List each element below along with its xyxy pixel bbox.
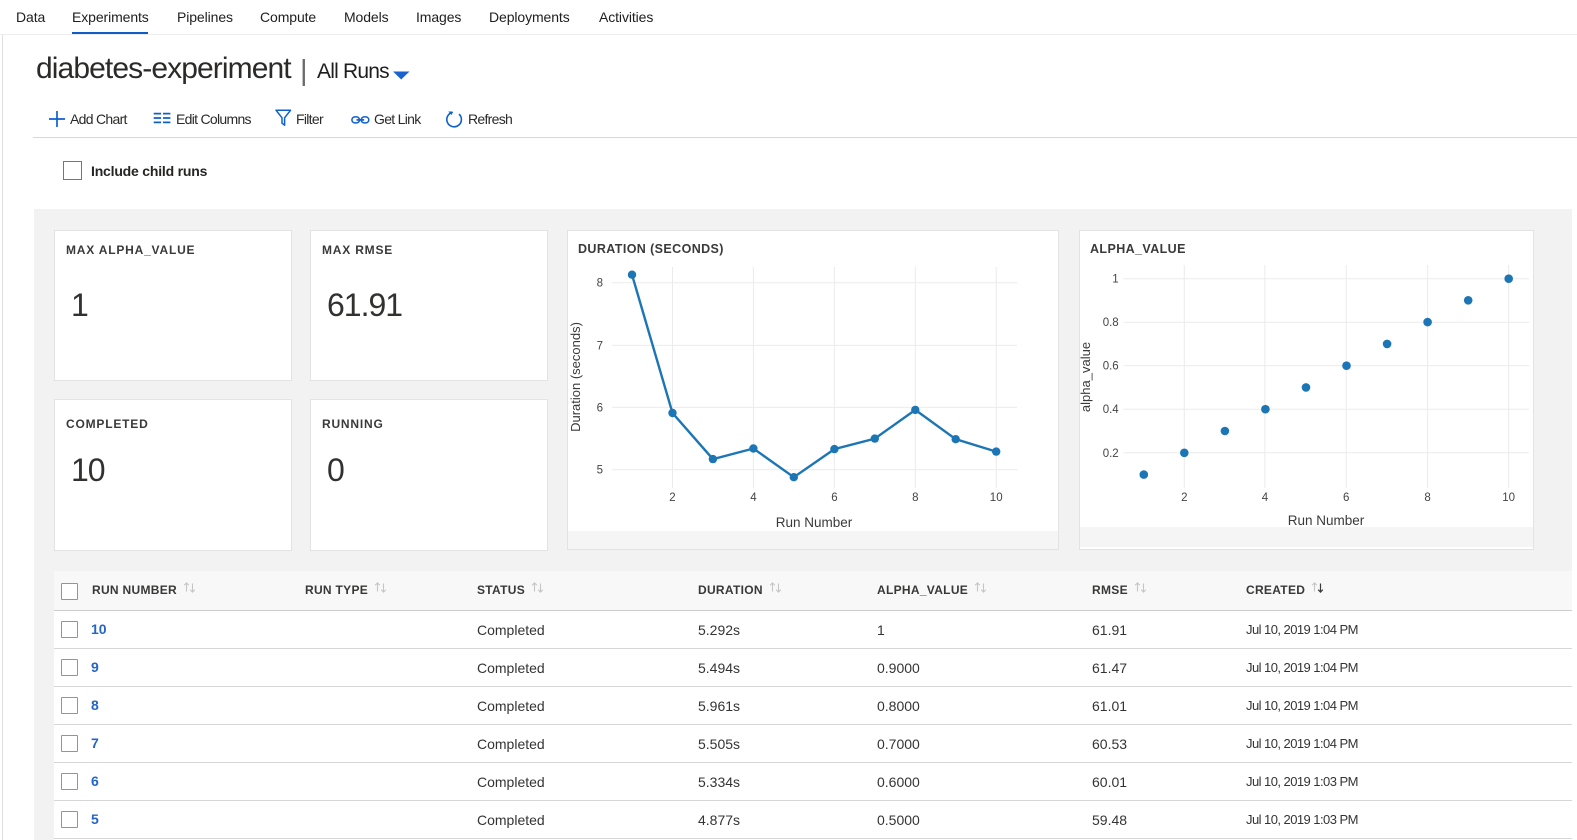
svg-text:alpha_value: alpha_value xyxy=(1079,342,1093,412)
svg-text:8: 8 xyxy=(912,492,918,504)
svg-text:7: 7 xyxy=(597,340,603,352)
svg-text:6: 6 xyxy=(597,402,603,414)
svg-text:0.2: 0.2 xyxy=(1103,448,1119,460)
svg-text:0.6: 0.6 xyxy=(1103,361,1119,373)
svg-text:2: 2 xyxy=(1181,492,1187,504)
svg-text:0.8: 0.8 xyxy=(1103,317,1119,329)
svg-text:ALPHA_VALUE: ALPHA_VALUE xyxy=(1090,242,1186,256)
svg-text:Run Number: Run Number xyxy=(1288,513,1365,528)
svg-text:8: 8 xyxy=(597,278,603,290)
svg-text:4: 4 xyxy=(1262,492,1269,504)
svg-text:6: 6 xyxy=(1343,492,1349,504)
svg-text:Duration (seconds): Duration (seconds) xyxy=(568,322,583,432)
svg-text:Run Number: Run Number xyxy=(776,515,853,530)
svg-text:1: 1 xyxy=(1112,274,1118,286)
svg-text:6: 6 xyxy=(831,492,837,504)
svg-text:0.4: 0.4 xyxy=(1103,404,1120,416)
svg-text:10: 10 xyxy=(990,492,1003,504)
svg-text:4: 4 xyxy=(750,492,757,504)
svg-text:10: 10 xyxy=(1502,492,1515,504)
svg-text:8: 8 xyxy=(1424,492,1430,504)
svg-text:5: 5 xyxy=(597,465,603,477)
svg-text:2: 2 xyxy=(669,492,675,504)
svg-text:DURATION (SECONDS): DURATION (SECONDS) xyxy=(578,242,724,256)
